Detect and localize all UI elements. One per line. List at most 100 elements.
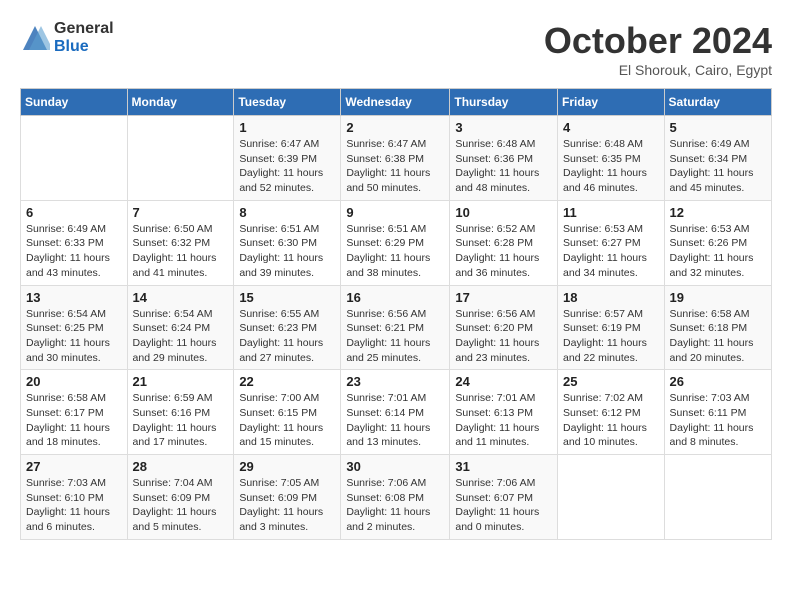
calendar-cell: 13 Sunrise: 6:54 AM Sunset: 6:25 PM Dayli… [21, 285, 128, 370]
weekday-header: Sunday [21, 89, 128, 116]
weekday-header: Thursday [450, 89, 558, 116]
day-number: 4 [563, 120, 659, 135]
logo-icon [20, 23, 50, 53]
day-info: Sunrise: 6:56 AM Sunset: 6:20 PM Dayligh… [455, 307, 552, 366]
day-info: Sunrise: 6:57 AM Sunset: 6:19 PM Dayligh… [563, 307, 659, 366]
day-number: 9 [346, 205, 444, 220]
calendar-cell: 25 Sunrise: 7:02 AM Sunset: 6:12 PM Dayli… [558, 370, 665, 455]
day-info: Sunrise: 6:53 AM Sunset: 6:27 PM Dayligh… [563, 222, 659, 281]
day-number: 30 [346, 459, 444, 474]
day-number: 23 [346, 374, 444, 389]
calendar-cell: 14 Sunrise: 6:54 AM Sunset: 6:24 PM Dayli… [127, 285, 234, 370]
day-number: 22 [239, 374, 335, 389]
calendar-cell: 17Sunrise: 6:56 AM Sunset: 6:20 PM Dayli… [450, 285, 558, 370]
day-info: Sunrise: 7:05 AM Sunset: 6:09 PM Dayligh… [239, 476, 335, 535]
calendar-cell: 30 Sunrise: 7:06 AM Sunset: 6:08 PM Dayli… [341, 455, 450, 540]
day-info: Sunrise: 7:03 AM Sunset: 6:11 PM Dayligh… [670, 391, 766, 450]
calendar-cell: 7 Sunrise: 6:50 AM Sunset: 6:32 PM Daylig… [127, 200, 234, 285]
day-info: Sunrise: 6:56 AM Sunset: 6:21 PM Dayligh… [346, 307, 444, 366]
day-number: 18 [563, 290, 659, 305]
day-number: 29 [239, 459, 335, 474]
calendar-cell: 28Sunrise: 7:04 AM Sunset: 6:09 PM Dayli… [127, 455, 234, 540]
logo-general: General [54, 20, 114, 38]
calendar-cell: 8 Sunrise: 6:51 AM Sunset: 6:30 PM Daylig… [234, 200, 341, 285]
day-info: Sunrise: 6:48 AM Sunset: 6:35 PM Dayligh… [563, 137, 659, 196]
day-number: 27 [26, 459, 122, 474]
day-info: Sunrise: 6:51 AM Sunset: 6:30 PM Dayligh… [239, 222, 335, 281]
calendar-week-row: 6 Sunrise: 6:49 AM Sunset: 6:33 PM Daylig… [21, 200, 772, 285]
day-info: Sunrise: 7:00 AM Sunset: 6:15 PM Dayligh… [239, 391, 335, 450]
day-info: Sunrise: 6:59 AM Sunset: 6:16 PM Dayligh… [133, 391, 229, 450]
calendar-cell: 12 Sunrise: 6:53 AM Sunset: 6:26 PM Dayli… [664, 200, 771, 285]
weekday-header: Wednesday [341, 89, 450, 116]
calendar-cell: 1Sunrise: 6:47 AM Sunset: 6:39 PM Daylig… [234, 116, 341, 201]
weekday-header: Friday [558, 89, 665, 116]
day-info: Sunrise: 6:55 AM Sunset: 6:23 PM Dayligh… [239, 307, 335, 366]
page-header: General Blue October 2024 El Shorouk, Ca… [20, 20, 772, 78]
day-info: Sunrise: 7:01 AM Sunset: 6:13 PM Dayligh… [455, 391, 552, 450]
calendar-cell: 10Sunrise: 6:52 AM Sunset: 6:28 PM Dayli… [450, 200, 558, 285]
day-number: 21 [133, 374, 229, 389]
day-number: 1 [239, 120, 335, 135]
calendar-cell: 29 Sunrise: 7:05 AM Sunset: 6:09 PM Dayli… [234, 455, 341, 540]
location: El Shorouk, Cairo, Egypt [544, 62, 772, 78]
title-block: October 2024 El Shorouk, Cairo, Egypt [544, 20, 772, 78]
day-info: Sunrise: 7:06 AM Sunset: 6:08 PM Dayligh… [346, 476, 444, 535]
day-info: Sunrise: 6:47 AM Sunset: 6:38 PM Dayligh… [346, 137, 444, 196]
calendar-cell: 21 Sunrise: 6:59 AM Sunset: 6:16 PM Dayli… [127, 370, 234, 455]
day-info: Sunrise: 6:58 AM Sunset: 6:17 PM Dayligh… [26, 391, 122, 450]
day-number: 19 [670, 290, 766, 305]
day-number: 25 [563, 374, 659, 389]
calendar-cell [127, 116, 234, 201]
day-info: Sunrise: 6:53 AM Sunset: 6:26 PM Dayligh… [670, 222, 766, 281]
day-info: Sunrise: 6:51 AM Sunset: 6:29 PM Dayligh… [346, 222, 444, 281]
day-number: 8 [239, 205, 335, 220]
day-info: Sunrise: 6:49 AM Sunset: 6:33 PM Dayligh… [26, 222, 122, 281]
calendar-cell: 9 Sunrise: 6:51 AM Sunset: 6:29 PM Daylig… [341, 200, 450, 285]
calendar-cell: 4 Sunrise: 6:48 AM Sunset: 6:35 PM Daylig… [558, 116, 665, 201]
calendar-cell: 6 Sunrise: 6:49 AM Sunset: 6:33 PM Daylig… [21, 200, 128, 285]
day-info: Sunrise: 6:49 AM Sunset: 6:34 PM Dayligh… [670, 137, 766, 196]
weekday-header: Saturday [664, 89, 771, 116]
calendar-cell [558, 455, 665, 540]
day-number: 6 [26, 205, 122, 220]
day-number: 28 [133, 459, 229, 474]
logo-text: General Blue [54, 20, 114, 55]
day-number: 16 [346, 290, 444, 305]
day-number: 13 [26, 290, 122, 305]
day-number: 14 [133, 290, 229, 305]
calendar-cell: 24Sunrise: 7:01 AM Sunset: 6:13 PM Dayli… [450, 370, 558, 455]
calendar-week-row: 13 Sunrise: 6:54 AM Sunset: 6:25 PM Dayli… [21, 285, 772, 370]
calendar-cell: 20Sunrise: 6:58 AM Sunset: 6:17 PM Dayli… [21, 370, 128, 455]
day-number: 10 [455, 205, 552, 220]
day-number: 2 [346, 120, 444, 135]
calendar-cell: 26 Sunrise: 7:03 AM Sunset: 6:11 PM Dayli… [664, 370, 771, 455]
day-info: Sunrise: 7:01 AM Sunset: 6:14 PM Dayligh… [346, 391, 444, 450]
day-info: Sunrise: 7:03 AM Sunset: 6:10 PM Dayligh… [26, 476, 122, 535]
day-number: 26 [670, 374, 766, 389]
day-number: 11 [563, 205, 659, 220]
calendar-cell: 15Sunrise: 6:55 AM Sunset: 6:23 PM Dayli… [234, 285, 341, 370]
day-info: Sunrise: 6:50 AM Sunset: 6:32 PM Dayligh… [133, 222, 229, 281]
calendar-cell: 22 Sunrise: 7:00 AM Sunset: 6:15 PM Dayli… [234, 370, 341, 455]
day-number: 3 [455, 120, 552, 135]
calendar-cell: 18 Sunrise: 6:57 AM Sunset: 6:19 PM Dayli… [558, 285, 665, 370]
day-number: 31 [455, 459, 552, 474]
day-number: 12 [670, 205, 766, 220]
calendar-header-row: SundayMondayTuesdayWednesdayThursdayFrid… [21, 89, 772, 116]
calendar-week-row: 1Sunrise: 6:47 AM Sunset: 6:39 PM Daylig… [21, 116, 772, 201]
day-info: Sunrise: 7:02 AM Sunset: 6:12 PM Dayligh… [563, 391, 659, 450]
calendar-cell: 2 Sunrise: 6:47 AM Sunset: 6:38 PM Daylig… [341, 116, 450, 201]
calendar-cell [21, 116, 128, 201]
logo-blue: Blue [54, 38, 114, 56]
calendar-table: SundayMondayTuesdayWednesdayThursdayFrid… [20, 88, 772, 540]
day-info: Sunrise: 7:06 AM Sunset: 6:07 PM Dayligh… [455, 476, 552, 535]
day-number: 5 [670, 120, 766, 135]
day-info: Sunrise: 6:54 AM Sunset: 6:24 PM Dayligh… [133, 307, 229, 366]
day-number: 7 [133, 205, 229, 220]
calendar-cell: 5 Sunrise: 6:49 AM Sunset: 6:34 PM Daylig… [664, 116, 771, 201]
weekday-header: Tuesday [234, 89, 341, 116]
day-info: Sunrise: 6:54 AM Sunset: 6:25 PM Dayligh… [26, 307, 122, 366]
weekday-header: Monday [127, 89, 234, 116]
day-info: Sunrise: 6:58 AM Sunset: 6:18 PM Dayligh… [670, 307, 766, 366]
